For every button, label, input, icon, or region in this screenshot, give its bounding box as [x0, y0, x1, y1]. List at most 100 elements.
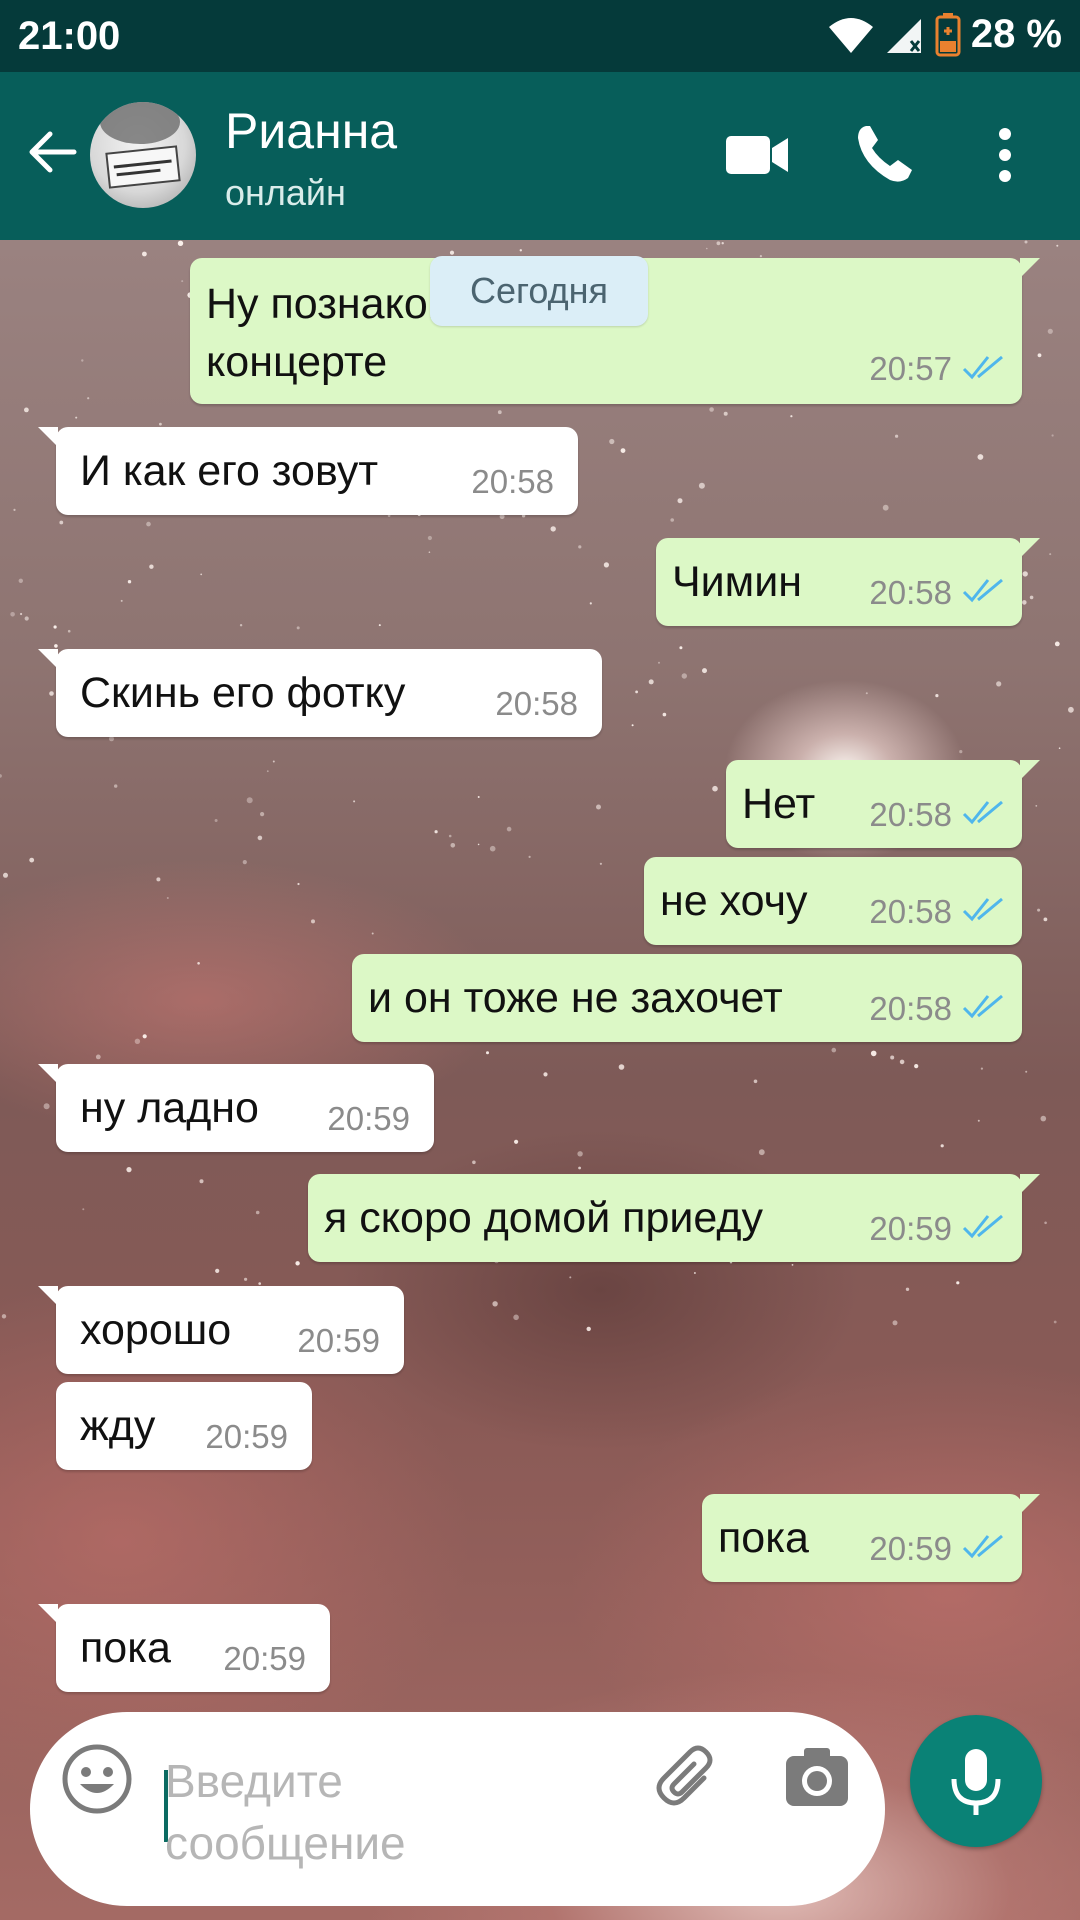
wallpaper-star — [371, 932, 374, 935]
message-text: Скинь его фотку — [80, 669, 406, 717]
bubble-tail — [1020, 538, 1040, 558]
wallpaper-star — [3, 872, 8, 878]
message-time: 20:58 — [869, 574, 952, 611]
bubble-tail — [1020, 1174, 1040, 1194]
wallpaper-star — [702, 668, 707, 674]
wallpaper-star — [706, 247, 708, 250]
wallpaper-star — [577, 1151, 583, 1157]
message-bubble-incoming[interactable]: И как его зовут 20:58 — [38, 427, 578, 515]
signal-icon — [886, 18, 921, 53]
wallpaper-star — [295, 1261, 300, 1266]
bubble-tail — [38, 1604, 58, 1624]
phone-icon[interactable] — [850, 120, 920, 190]
wallpaper-star — [449, 250, 455, 255]
wallpaper-star — [658, 661, 660, 664]
back-arrow-icon[interactable] — [22, 122, 82, 182]
wallpaper-star — [486, 1051, 489, 1055]
wallpaper-star — [54, 644, 58, 648]
wallpaper-star — [114, 784, 118, 788]
wallpaper-star — [935, 694, 939, 698]
wallpaper-star — [882, 504, 889, 511]
wallpaper-star — [569, 1276, 572, 1279]
bubble-tail — [38, 1286, 58, 1306]
wallpaper-star — [120, 599, 123, 602]
wallpaper-star — [1035, 805, 1038, 807]
message-bubble-outgoing[interactable]: я скоро домой приеду 20:59 — [308, 1174, 1040, 1262]
message-bubble-incoming[interactable]: хорошо 20:59 — [38, 1286, 404, 1374]
wallpaper-star — [596, 804, 601, 810]
wallpaper-star — [10, 612, 15, 617]
wallpaper-star — [43, 1103, 50, 1110]
message-time: 20:57 — [869, 350, 952, 387]
mic-button[interactable] — [910, 1715, 1042, 1847]
message-text: концерте — [206, 338, 388, 386]
video-call-icon[interactable] — [722, 120, 792, 190]
wallpaper-star — [142, 251, 147, 257]
contact-status: онлайн — [225, 172, 346, 213]
wallpaper-star — [618, 1064, 625, 1070]
status-time: 21:00 — [18, 14, 121, 58]
wallpaper-star — [142, 1034, 147, 1039]
bubble-tail — [1020, 258, 1040, 278]
emoji-icon[interactable] — [60, 1742, 134, 1816]
message-text: жду — [80, 1402, 156, 1450]
wallpaper-star — [29, 857, 35, 863]
message-bubble-incoming[interactable]: ну ладно 20:59 — [38, 1064, 434, 1152]
battery-icon — [935, 12, 961, 56]
wallpaper-star — [81, 359, 84, 362]
wallpaper-star — [586, 1326, 591, 1332]
message-bubble-outgoing[interactable]: Чимин 20:58 — [656, 538, 1040, 626]
wallpaper-star — [197, 962, 200, 965]
message-text: я скоро домой приеду — [324, 1194, 763, 1242]
message-bubble-outgoing[interactable]: пока 20:59 — [702, 1494, 1040, 1582]
wallpaper-star — [427, 535, 432, 541]
wallpaper-star — [578, 1166, 581, 1170]
wallpaper-star — [1024, 240, 1028, 244]
wallpaper-star — [434, 830, 438, 834]
wallpaper-star — [296, 626, 300, 630]
message-text: И как его зовут — [80, 447, 379, 495]
wallpaper-star — [620, 448, 626, 453]
wallpaper-star — [578, 545, 582, 549]
message-bubble-incoming[interactable]: жду 20:59 — [56, 1382, 312, 1470]
wallpaper-star — [49, 691, 54, 696]
camera-icon[interactable] — [782, 1744, 852, 1814]
message-bubble-outgoing[interactable]: Нет 20:58 — [726, 760, 1040, 848]
double-check-icon — [962, 994, 1003, 1019]
message-bubble-incoming[interactable]: пока 20:59 — [38, 1604, 330, 1692]
wallpaper-star — [905, 1287, 910, 1292]
bubble-tail — [38, 427, 58, 447]
wallpaper-star — [870, 1050, 877, 1057]
wallpaper-star — [635, 690, 638, 694]
message-time: 20:58 — [869, 990, 952, 1027]
more-vert-icon[interactable] — [975, 120, 1045, 190]
wallpaper-star — [712, 785, 718, 792]
message-bubble-incoming[interactable]: Скинь его фотку 20:58 — [38, 649, 602, 737]
message-bubble-outgoing[interactable]: и он тоже не захочет 20:58 — [352, 954, 1022, 1042]
bubble-tail — [38, 1064, 58, 1084]
message-time: 20:59 — [869, 1210, 952, 1247]
wallpaper-star — [448, 834, 452, 838]
date-chip: Сегодня — [430, 256, 648, 326]
wallpaper-star — [244, 1277, 248, 1281]
wallpaper-star — [199, 1179, 204, 1184]
wallpaper-star — [181, 280, 184, 283]
wallpaper-star — [492, 1301, 498, 1307]
message-composer: Введите сообщение — [30, 1712, 885, 1906]
message-time: 20:58 — [869, 796, 952, 833]
attach-icon[interactable] — [650, 1742, 726, 1818]
message-input[interactable]: Введите сообщение — [165, 1750, 525, 1880]
wallpaper-star — [477, 796, 480, 798]
wallpaper-star — [126, 1167, 132, 1173]
wallpaper-star — [127, 580, 132, 584]
wallpaper-star — [200, 573, 203, 576]
message-text: пока — [80, 1624, 171, 1672]
contact-name[interactable]: Рианна — [225, 102, 397, 160]
message-bubble-outgoing[interactable]: не хочу 20:58 — [644, 857, 1022, 945]
wallpaper-star — [215, 1268, 220, 1273]
wallpaper-star — [297, 882, 300, 886]
wallpaper-star — [670, 518, 674, 522]
contact-avatar[interactable] — [90, 102, 196, 208]
wallpaper-star — [790, 415, 793, 418]
wallpaper-star — [716, 241, 721, 246]
